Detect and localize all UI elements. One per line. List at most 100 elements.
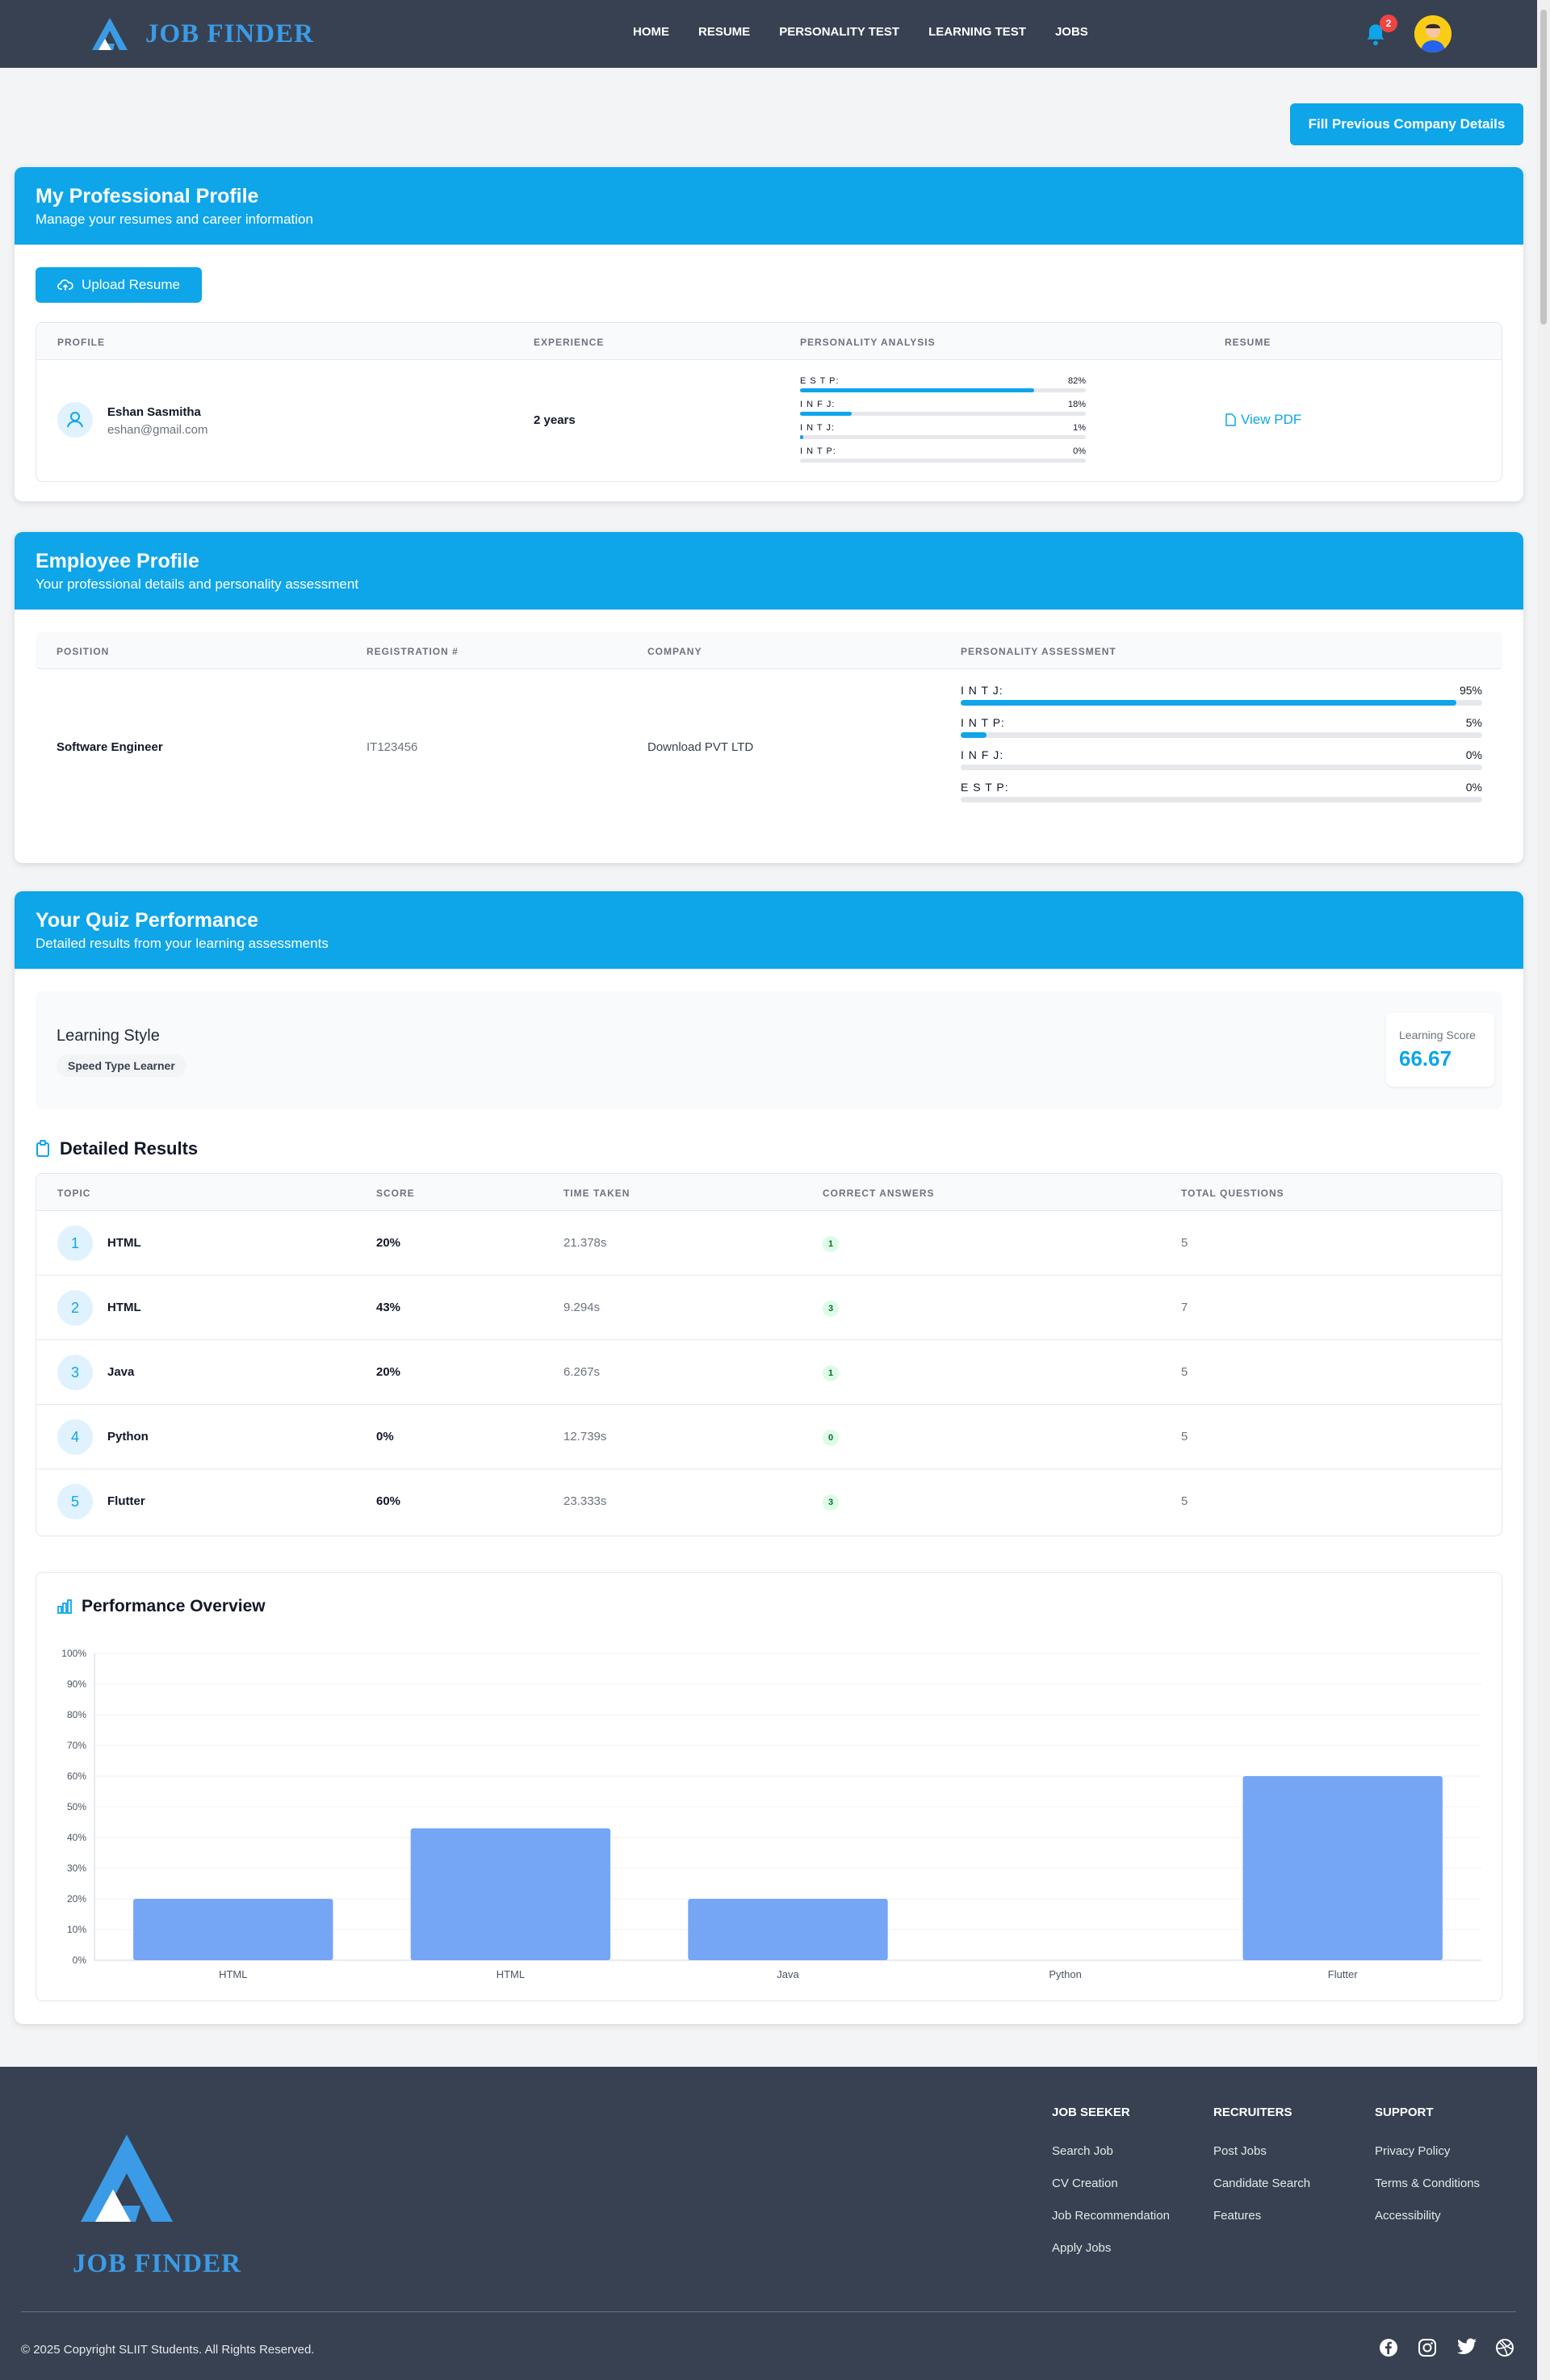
y-tick-label: 0% (73, 1955, 87, 1966)
footer-link[interactable]: Features (1213, 2209, 1261, 2223)
scrollbar[interactable] (1537, 0, 1550, 2380)
bar-chart-icon (57, 1599, 72, 1614)
nav-jobs[interactable]: JOBS (1055, 25, 1088, 39)
table-row: 5 Flutter 60% 23.333s 3 5 (36, 1469, 1502, 1534)
personality-bar-fill (800, 435, 803, 439)
time-cell: 9.294s (563, 1301, 601, 1314)
learning-style-label: Learning Style (57, 1027, 160, 1045)
upload-resume-button[interactable]: Upload Resume (36, 267, 202, 303)
position-value: Software Engineer (57, 740, 163, 754)
view-pdf-link[interactable]: View PDF (1225, 412, 1301, 428)
topic-cell: Flutter (107, 1494, 145, 1508)
footer-link[interactable]: Post Jobs (1213, 2144, 1267, 2158)
learning-score-label: Learning Score (1399, 1029, 1476, 1041)
table-header: TOPIC SCORE TIME TAKEN CORRECT ANSWERS T… (36, 1174, 1502, 1211)
total-cell: 5 (1181, 1494, 1188, 1508)
personality-bar-fill (800, 412, 852, 416)
x-tick-label: Java (777, 1968, 799, 1980)
nav-home[interactable]: HOME (633, 25, 669, 39)
nav-personality-test[interactable]: PERSONALITY TEST (779, 25, 899, 39)
y-tick-label: 50% (67, 1801, 86, 1812)
footer-link[interactable]: Privacy Policy (1375, 2144, 1450, 2158)
footer-link[interactable]: CV Creation (1052, 2177, 1118, 2190)
time-cell: 21.378s (563, 1236, 607, 1250)
scroll-thumb[interactable] (1540, 10, 1547, 325)
bar[interactable] (410, 1828, 611, 1960)
facebook-icon[interactable] (1379, 2338, 1398, 2357)
total-cell: 5 (1181, 1365, 1188, 1379)
row-number: 5 (57, 1484, 93, 1519)
personality-type: I N T P: (800, 446, 836, 456)
employee-table: POSITION REGISTRATION # COMPANY PERSONAL… (36, 632, 1502, 840)
nav-learning-test[interactable]: LEARNING TEST (928, 25, 1026, 39)
nav-resume[interactable]: RESUME (698, 25, 750, 39)
total-cell: 5 (1181, 1430, 1188, 1444)
professional-profile-card: My Professional Profile Manage your resu… (15, 167, 1523, 501)
professional-profile-header: My Professional Profile Manage your resu… (15, 167, 1523, 245)
performance-bar-chart: 0% 10% 20% 30% 40% 50% 60% 70% 80% 90% 100% HTML HTM… (61, 1648, 1481, 1980)
bar[interactable] (133, 1899, 333, 1960)
brand-name: JOB FINDER (145, 19, 314, 48)
twitter-icon[interactable] (1456, 2338, 1477, 2356)
notification-badge: 2 (1380, 15, 1397, 32)
footer-link[interactable]: Terms & Conditions (1375, 2177, 1480, 2190)
footer-brand-name: JOB FINDER (73, 2249, 241, 2278)
table-header: POSITION REGISTRATION # COMPANY PERSONAL… (36, 632, 1502, 669)
employee-profile-header: Employee Profile Your professional detai… (15, 532, 1523, 610)
footer-link[interactable]: Job Recommendation (1052, 2209, 1170, 2223)
brand-logo[interactable]: JOB FINDER (90, 16, 314, 52)
bar[interactable] (1242, 1776, 1443, 1960)
dribbble-icon[interactable] (1495, 2338, 1514, 2357)
instagram-icon[interactable] (1418, 2338, 1437, 2357)
personality-bar-fill (800, 388, 1035, 392)
assessment-bar (961, 732, 1482, 738)
profile-table: PROFILE EXPERIENCE PERSONALITY ANALYSIS … (36, 322, 1502, 482)
user-icon (67, 412, 83, 428)
col-profile: PROFILE (57, 337, 106, 348)
fill-previous-company-button[interactable]: Fill Previous Company Details (1290, 103, 1523, 145)
correct-cell: 0 (823, 1430, 839, 1446)
learning-style-badge: Speed Type Learner (57, 1054, 186, 1077)
footer-logo[interactable] (71, 2131, 182, 2232)
learning-score-box: Learning Score 66.67 (1386, 1012, 1494, 1087)
y-tick-label: 100% (61, 1648, 86, 1659)
personality-bar (800, 435, 1086, 439)
col-topic: TOPIC (57, 1188, 91, 1199)
correct-cell: 3 (823, 1301, 839, 1317)
bar[interactable] (688, 1899, 888, 1960)
footer-link[interactable]: Apply Jobs (1052, 2241, 1111, 2255)
footer-link[interactable]: Accessibility (1375, 2209, 1441, 2223)
topic-cell: Python (107, 1430, 149, 1444)
card-subtitle: Manage your resumes and career informati… (36, 212, 313, 227)
col-company: COMPANY (647, 646, 702, 657)
row-number: 2 (57, 1290, 93, 1326)
footer-link[interactable]: Candidate Search (1213, 2177, 1310, 2190)
learning-style-panel: Learning Style Speed Type Learner Learni… (36, 991, 1502, 1109)
table-row: 2 HTML 43% 9.294s 3 7 (36, 1276, 1502, 1340)
view-pdf-label: View PDF (1241, 412, 1302, 427)
user-avatar-icon (1414, 15, 1452, 52)
assessment-type: E S T P: (961, 781, 1009, 794)
detailed-results-title: Detailed Results (60, 1138, 199, 1159)
profile-email: eshan@gmail.com (107, 423, 208, 437)
y-tick-label: 90% (67, 1678, 86, 1690)
footer-link[interactable]: Search Job (1052, 2144, 1113, 2158)
x-tick-label: HTML (219, 1968, 247, 1980)
table-row: 4 Python 0% 12.739s 0 5 (36, 1405, 1502, 1469)
col-time-taken: TIME TAKEN (563, 1188, 630, 1199)
assessment-bar-fill (961, 700, 1456, 706)
card-title: My Professional Profile (36, 185, 259, 207)
footer-divider (21, 2311, 1516, 2312)
y-tick-label: 10% (67, 1924, 86, 1935)
file-icon (1225, 413, 1236, 426)
topic-cell: HTML (107, 1301, 141, 1314)
footer-column-title: JOB SEEKER (1052, 2106, 1130, 2119)
x-tick-label: HTML (496, 1968, 525, 1980)
assessment-percent: 0% (1465, 781, 1482, 794)
personality-bar (800, 459, 1086, 463)
topic-cell: HTML (107, 1236, 141, 1250)
avatar[interactable] (1414, 15, 1452, 52)
main-nav: HOME RESUME PERSONALITY TEST LEARNING TE… (633, 25, 1117, 39)
col-score: SCORE (376, 1188, 415, 1199)
assessment-percent: 5% (1465, 716, 1482, 729)
